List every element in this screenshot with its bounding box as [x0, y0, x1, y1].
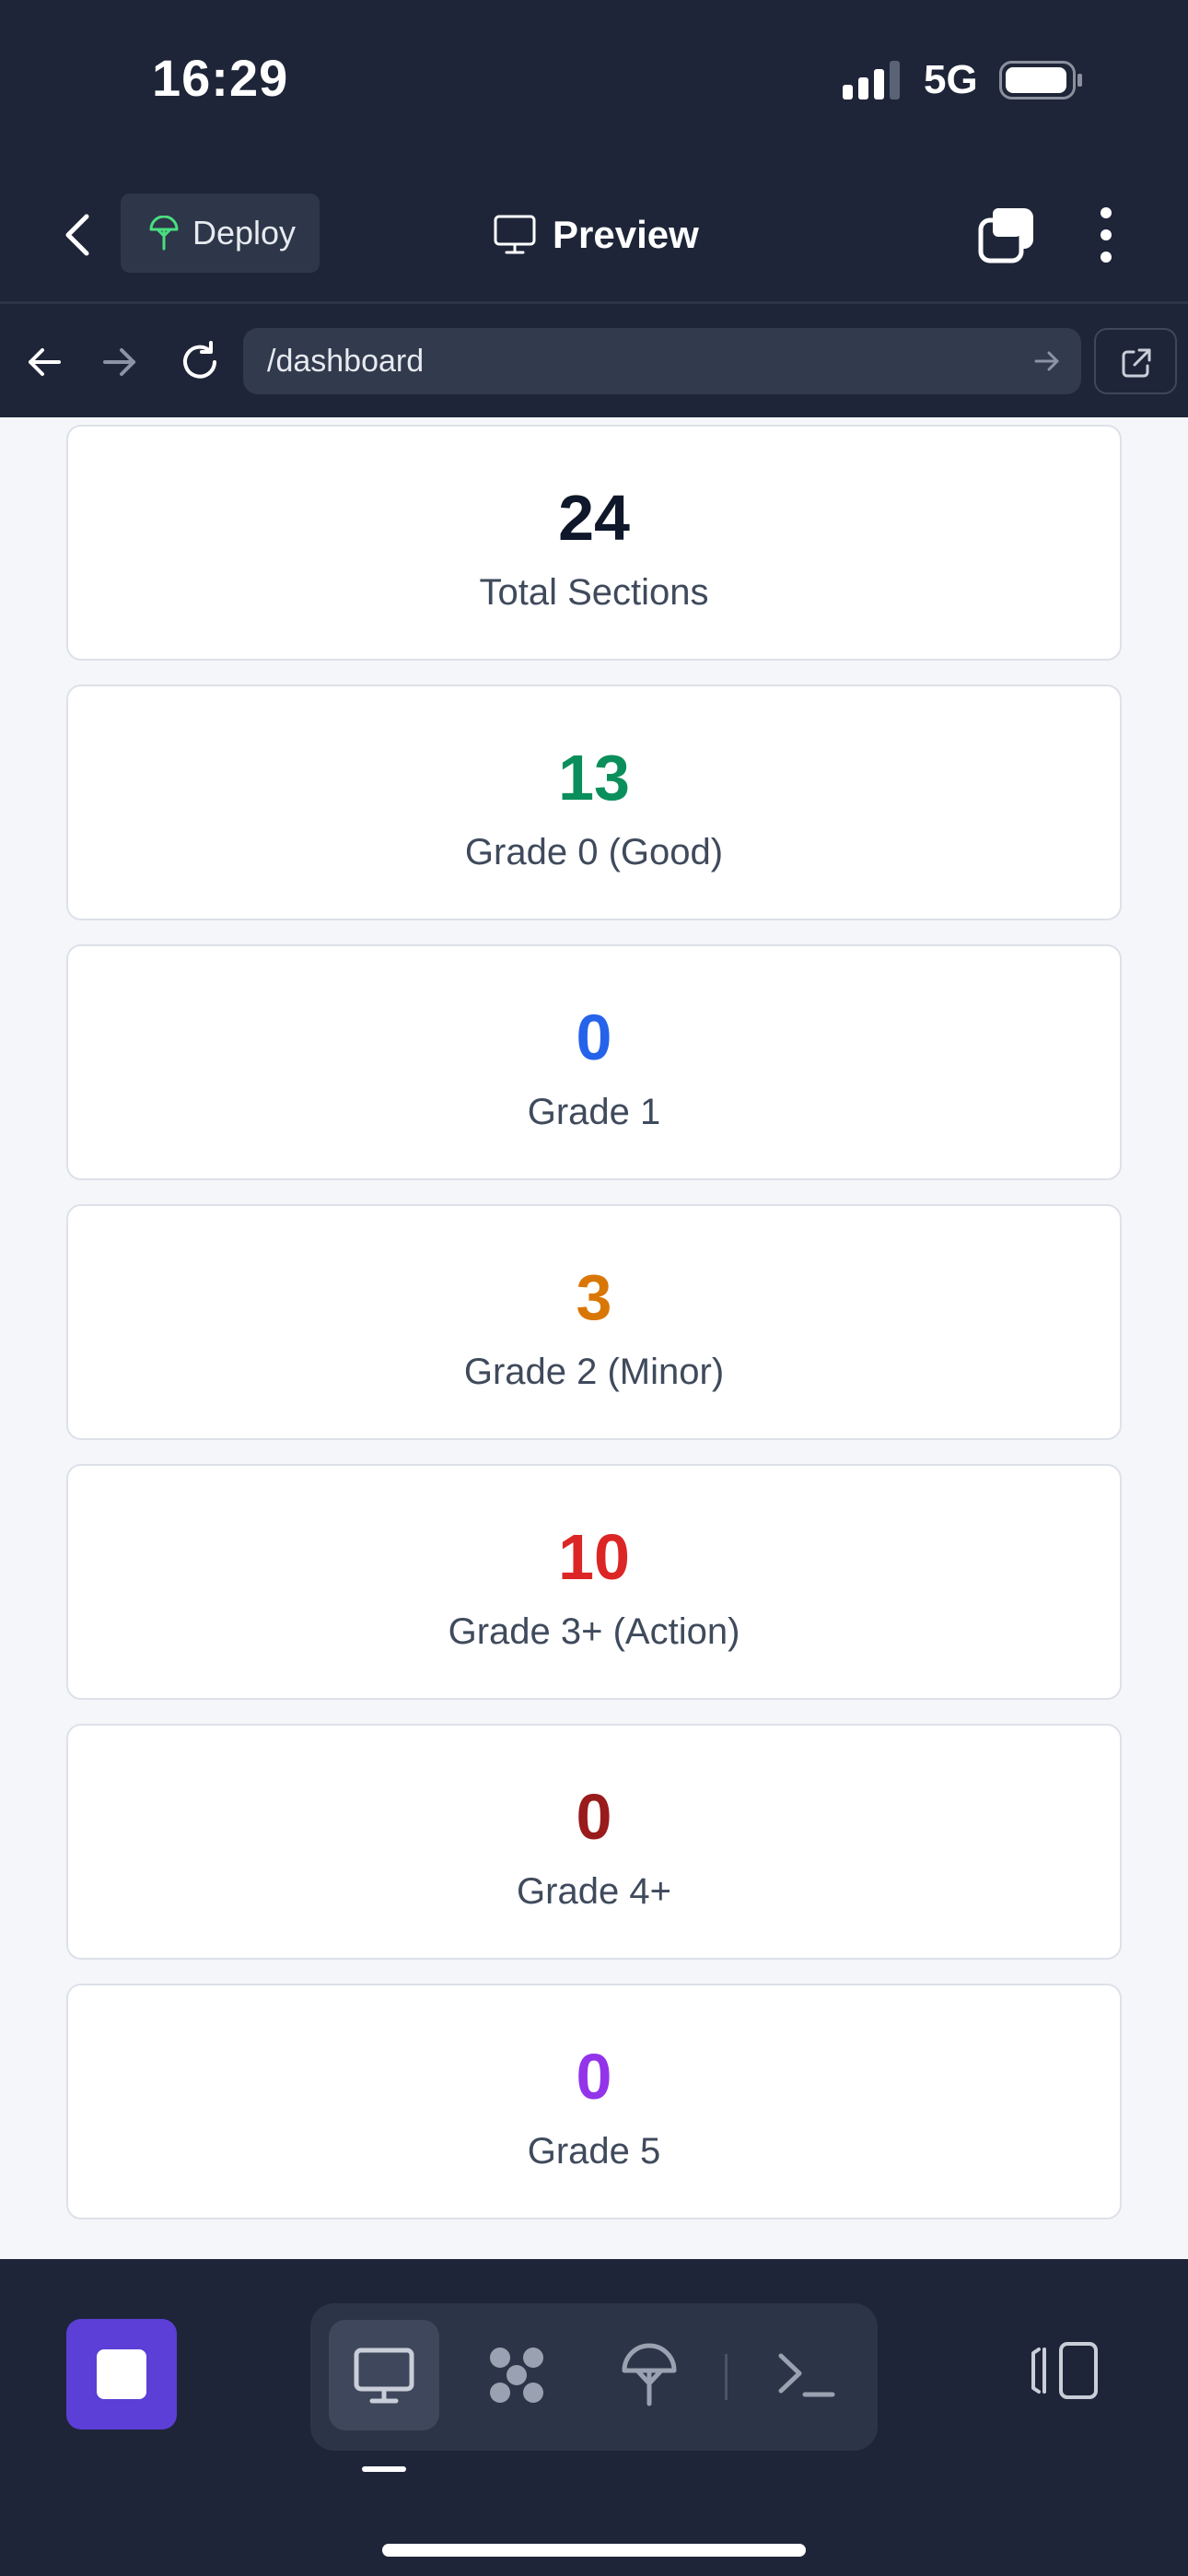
preview-tool-button[interactable] [329, 2320, 439, 2430]
url-toolbar: /dashboard [0, 307, 1188, 417]
stat-value: 10 [558, 1521, 630, 1593]
status-time: 16:29 [152, 49, 289, 107]
active-tool-indicator [362, 2466, 406, 2472]
stop-icon [97, 2349, 146, 2399]
deploy-button[interactable]: Deploy [121, 193, 320, 273]
stat-value: 13 [558, 742, 630, 814]
home-indicator [382, 2544, 806, 2557]
tool-divider [725, 2354, 728, 2400]
stat-label: Grade 4+ [517, 1871, 671, 1912]
deploy-icon [149, 216, 179, 251]
bottom-toolbar [0, 2259, 1188, 2576]
more-vertical-icon[interactable] [1090, 205, 1122, 265]
stat-label: Grade 3+ (Action) [448, 1611, 740, 1652]
go-arrow-icon[interactable] [1033, 348, 1061, 374]
reload-icon[interactable] [178, 340, 222, 384]
page-title-label: Preview [553, 213, 699, 256]
tool-switcher [310, 2303, 878, 2451]
stat-label: Grade 2 (Minor) [463, 1352, 725, 1392]
terminal-icon [778, 2353, 835, 2397]
stat-label: Grade 0 (Good) [464, 832, 724, 872]
stat-value: 24 [558, 482, 630, 554]
deploy-label: Deploy [192, 214, 297, 252]
arrow-right-icon[interactable] [101, 344, 138, 381]
workflow-icon [490, 2348, 543, 2403]
network-type: 5G [924, 57, 978, 102]
stat-card-grade-1: 0 Grade 1 [66, 944, 1122, 1180]
status-bar: 16:29 5G [0, 0, 1188, 166]
stop-button[interactable] [66, 2319, 177, 2430]
stat-label: Grade 5 [527, 2131, 661, 2172]
side-panel-icon[interactable] [1030, 2340, 1100, 2401]
external-link-icon [1122, 348, 1151, 378]
stat-card-grade-3-plus: 10 Grade 3+ (Action) [66, 1464, 1122, 1700]
stat-value: 3 [576, 1261, 612, 1333]
stat-label: Grade 1 [527, 1092, 661, 1132]
page-title: Preview [494, 207, 699, 263]
monitor-icon [494, 215, 536, 254]
deploy-tool-button[interactable] [594, 2320, 705, 2430]
stat-value: 0 [576, 1001, 612, 1073]
dashboard-content[interactable]: 24 Total Sections 13 Grade 0 (Good) 0 Gr… [0, 417, 1188, 2259]
url-input[interactable]: /dashboard [243, 328, 1081, 394]
workflow-tool-button[interactable] [461, 2320, 572, 2430]
stat-value: 0 [576, 1781, 612, 1853]
cellular-signal-icon [843, 61, 900, 100]
stat-card-grade-5: 0 Grade 5 [66, 1984, 1122, 2219]
stat-card-grade-0: 13 Grade 0 (Good) [66, 685, 1122, 920]
stat-card-grade-2: 3 Grade 2 (Minor) [66, 1204, 1122, 1440]
stat-card-grade-4-plus: 0 Grade 4+ [66, 1724, 1122, 1960]
console-tool-button[interactable] [751, 2320, 861, 2430]
url-text: /dashboard [267, 343, 425, 379]
tabs-icon[interactable] [978, 206, 1035, 263]
battery-icon [999, 61, 1082, 100]
monitor-icon [354, 2348, 414, 2404]
stat-value: 0 [576, 2041, 612, 2113]
deploy-icon [622, 2343, 677, 2406]
chevron-left-icon[interactable] [55, 207, 101, 263]
stat-card-total-sections: 24 Total Sections [66, 425, 1122, 661]
open-external-button[interactable] [1094, 328, 1177, 394]
arrow-left-icon[interactable] [26, 344, 63, 381]
app-bar: Deploy Preview [0, 166, 1188, 304]
stat-label: Total Sections [479, 572, 709, 613]
